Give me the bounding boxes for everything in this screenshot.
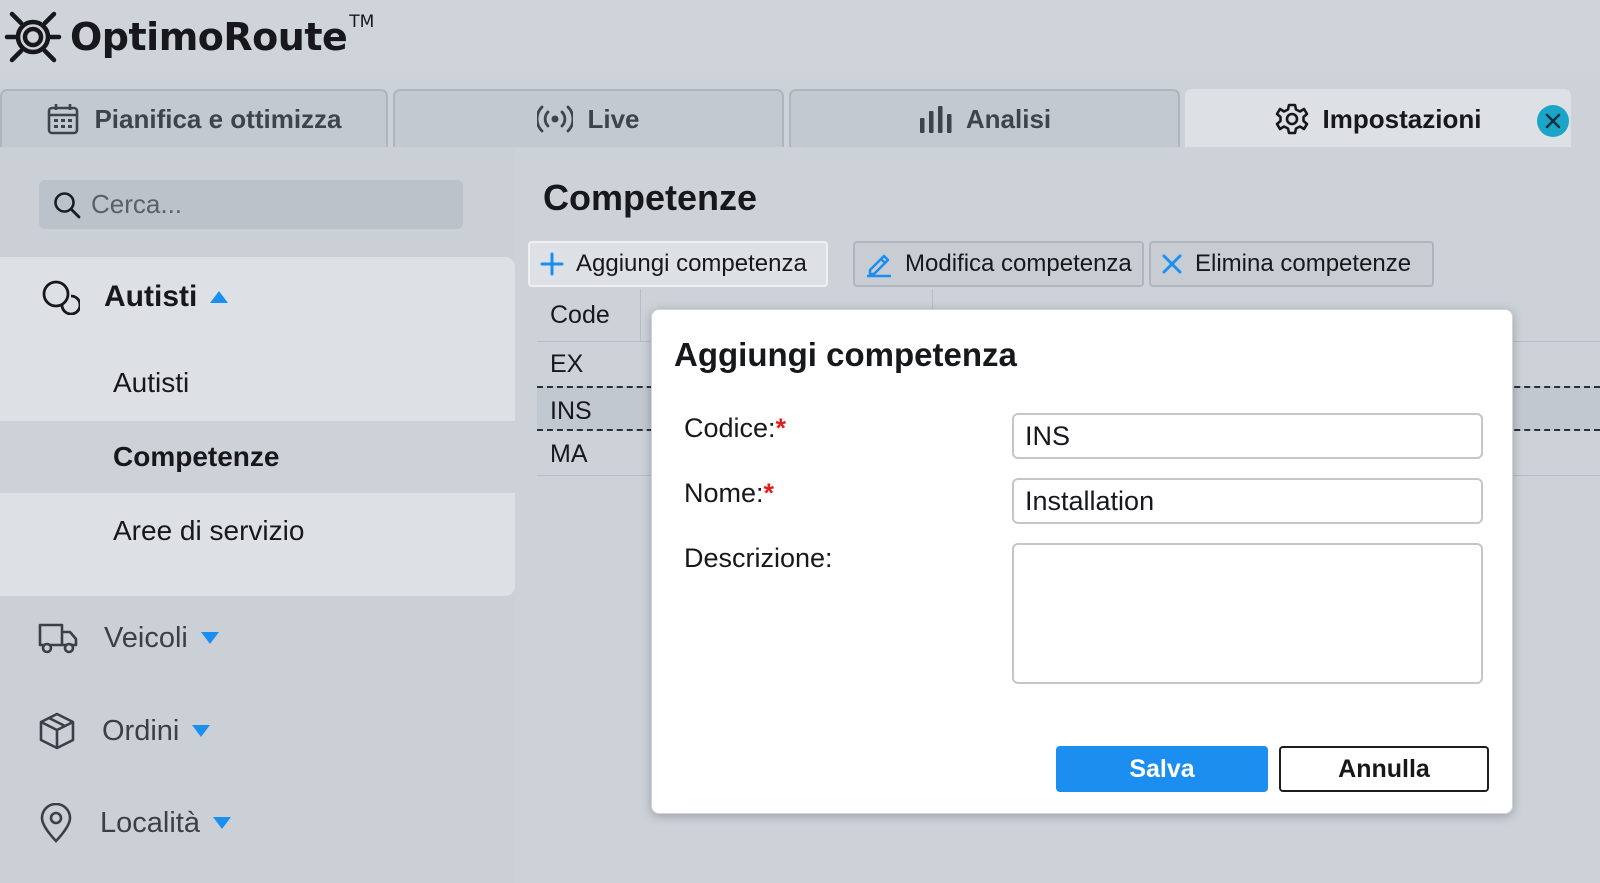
chevron-down-icon bbox=[192, 725, 211, 737]
sidebar-item-localita[interactable]: Località bbox=[38, 803, 232, 843]
name-input[interactable] bbox=[1012, 478, 1483, 524]
tab-label: Analisi bbox=[965, 103, 1052, 134]
name-field-label: Nome:* bbox=[684, 478, 774, 509]
tab-pianifica[interactable]: Pianifica e ottimizza bbox=[0, 89, 388, 147]
code-field-label: Codice:* bbox=[684, 413, 786, 444]
description-textarea[interactable] bbox=[1012, 543, 1483, 684]
delete-skills-label: Elimina competenze bbox=[1195, 250, 1412, 277]
table-cell: INS bbox=[550, 397, 592, 425]
tab-label: Live bbox=[587, 103, 640, 134]
sidebar-item-ordini[interactable]: Ordini bbox=[38, 712, 211, 750]
sidebar-group-header-autisti[interactable]: Autisti bbox=[40, 279, 229, 315]
required-marker: * bbox=[775, 413, 787, 443]
sidebar-item-aree-di-servizio[interactable]: Aree di servizio bbox=[0, 495, 515, 567]
sidebar-item-autisti[interactable]: Autisti bbox=[0, 347, 515, 419]
sidebar-group-label: Autisti bbox=[104, 280, 198, 313]
broadcast-icon bbox=[537, 105, 574, 133]
tab-live[interactable]: Live bbox=[393, 89, 784, 147]
code-label-text: Codice: bbox=[684, 413, 776, 443]
sidebar: Autisti Autisti Competenze Aree di servi… bbox=[0, 147, 515, 883]
close-icon bbox=[1162, 254, 1182, 274]
gear-icon bbox=[1275, 103, 1308, 135]
optimoroute-logo-icon bbox=[4, 11, 62, 63]
page-title: Competenze bbox=[543, 177, 758, 218]
close-icon bbox=[1545, 113, 1561, 129]
name-label-text: Nome: bbox=[684, 478, 764, 508]
main-tab-bar: Pianifica e ottimizza Live Analisi Impos… bbox=[0, 89, 1600, 147]
bar-chart-icon bbox=[919, 106, 952, 133]
sidebar-item-label: Competenze bbox=[113, 441, 280, 472]
table-cell: MA bbox=[550, 440, 588, 468]
add-skill-button[interactable]: Aggiungi competenza bbox=[528, 241, 828, 287]
plus-icon bbox=[540, 252, 564, 276]
search-input[interactable] bbox=[89, 188, 433, 221]
description-label-text: Descrizione: bbox=[684, 543, 833, 573]
sidebar-item-label: Autisti bbox=[113, 367, 190, 398]
trademark-mark: TM bbox=[349, 12, 375, 32]
required-marker: * bbox=[763, 478, 775, 508]
save-button[interactable]: Salva bbox=[1056, 746, 1268, 792]
sidebar-item-label: Veicoli bbox=[104, 621, 188, 654]
tab-label: Pianifica e ottimizza bbox=[94, 103, 342, 134]
sidebar-group-autisti: Autisti Autisti Competenze Aree di servi… bbox=[0, 257, 515, 596]
app-logo[interactable]: OptimoRoute TM bbox=[4, 8, 374, 66]
column-header-label: Code bbox=[550, 301, 610, 329]
sidebar-item-label: Aree di servizio bbox=[113, 515, 305, 546]
cancel-button[interactable]: Annulla bbox=[1279, 746, 1489, 792]
code-input[interactable] bbox=[1012, 413, 1483, 459]
sidebar-item-veicoli[interactable]: Veicoli bbox=[38, 621, 220, 655]
description-field-label: Descrizione: bbox=[684, 543, 833, 574]
chevron-down-icon bbox=[212, 817, 231, 829]
dialog-title: Aggiungi competenza bbox=[674, 336, 1017, 373]
chevron-up-icon bbox=[210, 291, 229, 303]
location-pin-icon bbox=[40, 803, 72, 843]
tab-analisi[interactable]: Analisi bbox=[789, 89, 1180, 147]
truck-icon bbox=[38, 623, 78, 654]
search-icon bbox=[54, 191, 81, 218]
close-tab-button[interactable] bbox=[1537, 105, 1569, 137]
sidebar-item-label: Ordini bbox=[102, 714, 180, 747]
add-skill-label: Aggiungi competenza bbox=[576, 250, 807, 277]
tab-impostazioni[interactable]: Impostazioni bbox=[1185, 89, 1571, 147]
sidebar-item-competenze[interactable]: Competenze bbox=[0, 421, 515, 493]
logo-text: OptimoRoute bbox=[70, 15, 348, 59]
drivers-icon bbox=[42, 280, 80, 315]
app-header: OptimoRoute TM bbox=[0, 0, 1600, 79]
search-box[interactable] bbox=[39, 180, 463, 229]
add-skill-dialog: Aggiungi competenza Codice:* Nome:* Desc… bbox=[651, 309, 1513, 814]
pencil-icon bbox=[867, 254, 891, 278]
sidebar-item-label: Località bbox=[100, 806, 200, 839]
chevron-down-icon bbox=[200, 632, 219, 644]
calendar-icon bbox=[48, 104, 79, 135]
table-cell: EX bbox=[550, 350, 584, 378]
column-header-code[interactable]: Code bbox=[537, 289, 641, 341]
edit-skill-label: Modifica competenza bbox=[905, 250, 1132, 277]
tab-label: Impostazioni bbox=[1322, 103, 1482, 134]
edit-skill-button[interactable]: Modifica competenza bbox=[853, 241, 1144, 287]
package-icon bbox=[39, 712, 75, 750]
delete-skills-button[interactable]: Elimina competenze bbox=[1149, 241, 1434, 287]
